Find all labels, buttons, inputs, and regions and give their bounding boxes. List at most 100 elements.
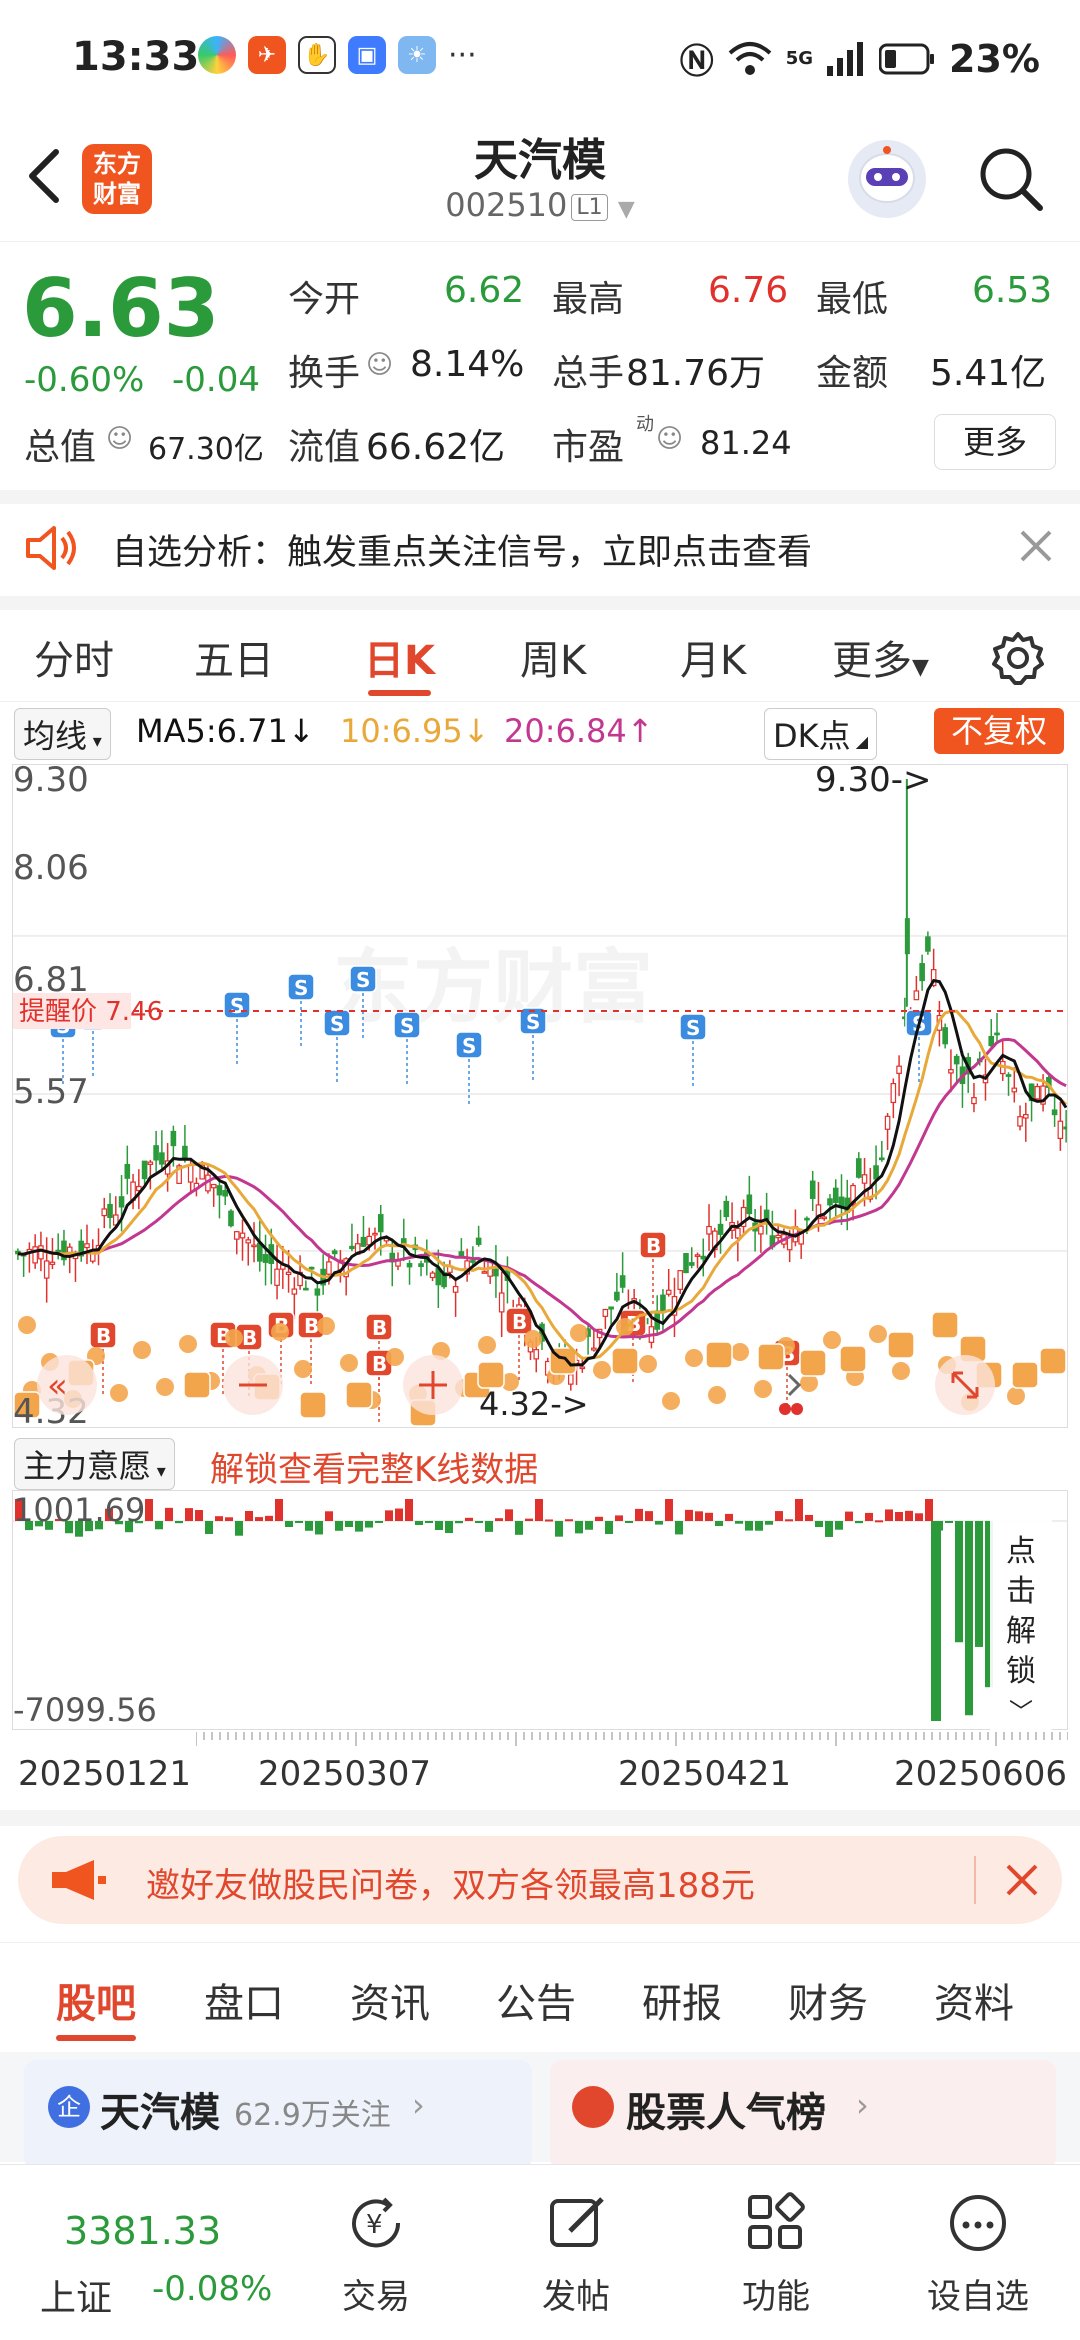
candle-body [827, 1198, 833, 1206]
scroll-right-button[interactable] [779, 1373, 803, 1415]
candle-body [746, 1194, 753, 1215]
tab-pankou[interactable]: 盘口 [204, 1971, 284, 2029]
company-card[interactable]: 企 天汽模 62.9万关注 › [24, 2060, 532, 2170]
main-force-bar [895, 1511, 903, 1521]
fullscreen-button[interactable] [935, 1355, 995, 1415]
adjust-button[interactable]: 不复权 [934, 708, 1064, 754]
trade-icon: ¥ [352, 2197, 401, 2248]
enterprise-badge: 企 [48, 2086, 90, 2128]
main-force-bar [335, 1521, 343, 1531]
t-marker [110, 1384, 128, 1402]
tab-research[interactable]: 研报 [642, 1971, 722, 2029]
megaphone-icon [52, 1860, 106, 1900]
search-icon[interactable] [976, 144, 1046, 214]
tab-announcements[interactable]: 公告 [496, 1971, 576, 2029]
tab-finance[interactable]: 财务 [788, 1971, 868, 2029]
tab-guba[interactable]: 股吧 [56, 1971, 136, 2041]
main-force-bar [215, 1516, 223, 1521]
main-force-bar [505, 1509, 513, 1521]
promo-divider [974, 1856, 976, 1904]
candle-body [170, 1130, 177, 1147]
popularity-card[interactable]: 股票人气榜 › [550, 2060, 1056, 2170]
more-button[interactable]: 更多 [934, 414, 1056, 470]
main-force-bar [525, 1518, 533, 1521]
close-icon[interactable] [1004, 1862, 1040, 1898]
tab-monthly-k[interactable]: 月K [680, 628, 746, 686]
promo-banner[interactable]: 邀好友做股民问卷，双方各领最高188元 [18, 1836, 1062, 1924]
tab-news[interactable]: 资讯 [350, 1971, 430, 2029]
t-marker [685, 1349, 703, 1367]
main-force-bar [555, 1521, 563, 1537]
settings-icon[interactable] [990, 630, 1046, 686]
buy-marker-letter: B [646, 1234, 661, 1258]
chevron-right-icon: › [856, 2086, 869, 2124]
tab-daily-k[interactable]: 日K [364, 628, 435, 696]
t-marker [705, 1341, 733, 1369]
candle-body [222, 1190, 229, 1197]
kline-chart[interactable]: 东方财富 SSSSSSSSSSSBBBBBBBBBBB 提醒价 7.46 9.3… [12, 760, 1069, 1432]
unlock-panel[interactable]: 点 击 解 锁 ﹀ [990, 1504, 1052, 1736]
tab-more[interactable]: 更多▼ [832, 628, 929, 686]
status-bar: 13:33 ✈ ✋ ▣ ☀ ··· Ⓝ 5G 23% [0, 0, 1080, 110]
pe-value: 81.24 [700, 424, 792, 462]
candle-body [832, 1187, 839, 1203]
battery-percent: 23% [949, 36, 1040, 81]
unlock-link[interactable]: 解锁查看完整K线数据 [210, 1442, 538, 1491]
card-follow-count: 62.9万关注 [234, 2098, 391, 2133]
float-label: 流值 [288, 427, 361, 468]
buy-marker-letter: B [372, 1316, 387, 1340]
main-force-bar [325, 1511, 333, 1521]
close-icon[interactable] [1018, 528, 1054, 564]
candle-body [1011, 1087, 1018, 1093]
dk-point-selector[interactable]: DK点 ◢ [764, 708, 878, 760]
sell-marker-letter: S [462, 1034, 476, 1058]
candle-body [49, 1261, 56, 1265]
candle-body [377, 1214, 384, 1233]
level-badge: L1 [571, 193, 608, 221]
t-marker [708, 1386, 726, 1404]
indicator-selector[interactable]: 均线 ▾ [14, 708, 111, 760]
nfc-icon: Ⓝ [679, 42, 714, 82]
tab-intraday[interactable]: 分时 [34, 628, 114, 686]
info-icon[interactable]: ☺ [106, 424, 133, 454]
ma20-line [17, 1037, 1067, 1339]
t-marker [1039, 1347, 1067, 1375]
main-force-bar [475, 1521, 483, 1523]
main-force-selector[interactable]: 主力意愿 ▾ [14, 1438, 175, 1490]
high-value: 6.76 [708, 270, 789, 311]
vol-y-top: 1001.69 [13, 1491, 145, 1529]
t-marker [570, 1324, 588, 1342]
date-axis: 20250121 20250307 20250421 20250606 [0, 1748, 1080, 1808]
analysis-notice[interactable]: 自选分析：触发重点关注信号，立即点击查看 [0, 500, 1080, 596]
scroll-left-button[interactable]: « [37, 1355, 97, 1415]
tab-five-day[interactable]: 五日 [194, 628, 274, 686]
t-marker [611, 1347, 639, 1375]
change-amount: -0.04 [172, 360, 260, 400]
tab-profile[interactable]: 资料 [934, 1971, 1014, 2029]
battery-icon [879, 43, 935, 74]
t-marker [345, 1381, 373, 1409]
zoom-out-button[interactable] [223, 1355, 283, 1415]
unlock-char: 解 [1006, 1614, 1036, 1649]
robot-assistant-avatar[interactable] [848, 140, 926, 218]
candle-body [418, 1263, 424, 1267]
info-icon[interactable]: ☺ [656, 424, 683, 454]
tab-weekly-k[interactable]: 周K [520, 628, 586, 686]
turnover-label: 换手 [288, 353, 361, 394]
app-screen: 13:33 ✈ ✋ ▣ ☀ ··· Ⓝ 5G 23% 东方 财富 天汽模 002… [0, 0, 1080, 2340]
main-force-bar [955, 1521, 963, 1643]
index-widget[interactable] [20, 2185, 270, 2325]
candle-body [735, 1227, 741, 1239]
t-marker [757, 1343, 785, 1371]
sell-marker-letter: S [400, 1014, 414, 1038]
main-force-bar [245, 1510, 253, 1521]
min-price-marker: 4.32-> [479, 1385, 589, 1423]
zoom-in-button[interactable] [403, 1355, 463, 1415]
candle-body [614, 1291, 620, 1301]
t-marker [386, 1348, 404, 1366]
main-force-chart[interactable]: 1001.69 -7099.56 [12, 1490, 1068, 1730]
status-app-icons: ✈ ✋ ▣ ☀ ··· [198, 36, 477, 74]
info-icon[interactable]: ☺ [366, 350, 393, 380]
candle-body [688, 1262, 695, 1266]
main-force-bar [295, 1521, 303, 1523]
